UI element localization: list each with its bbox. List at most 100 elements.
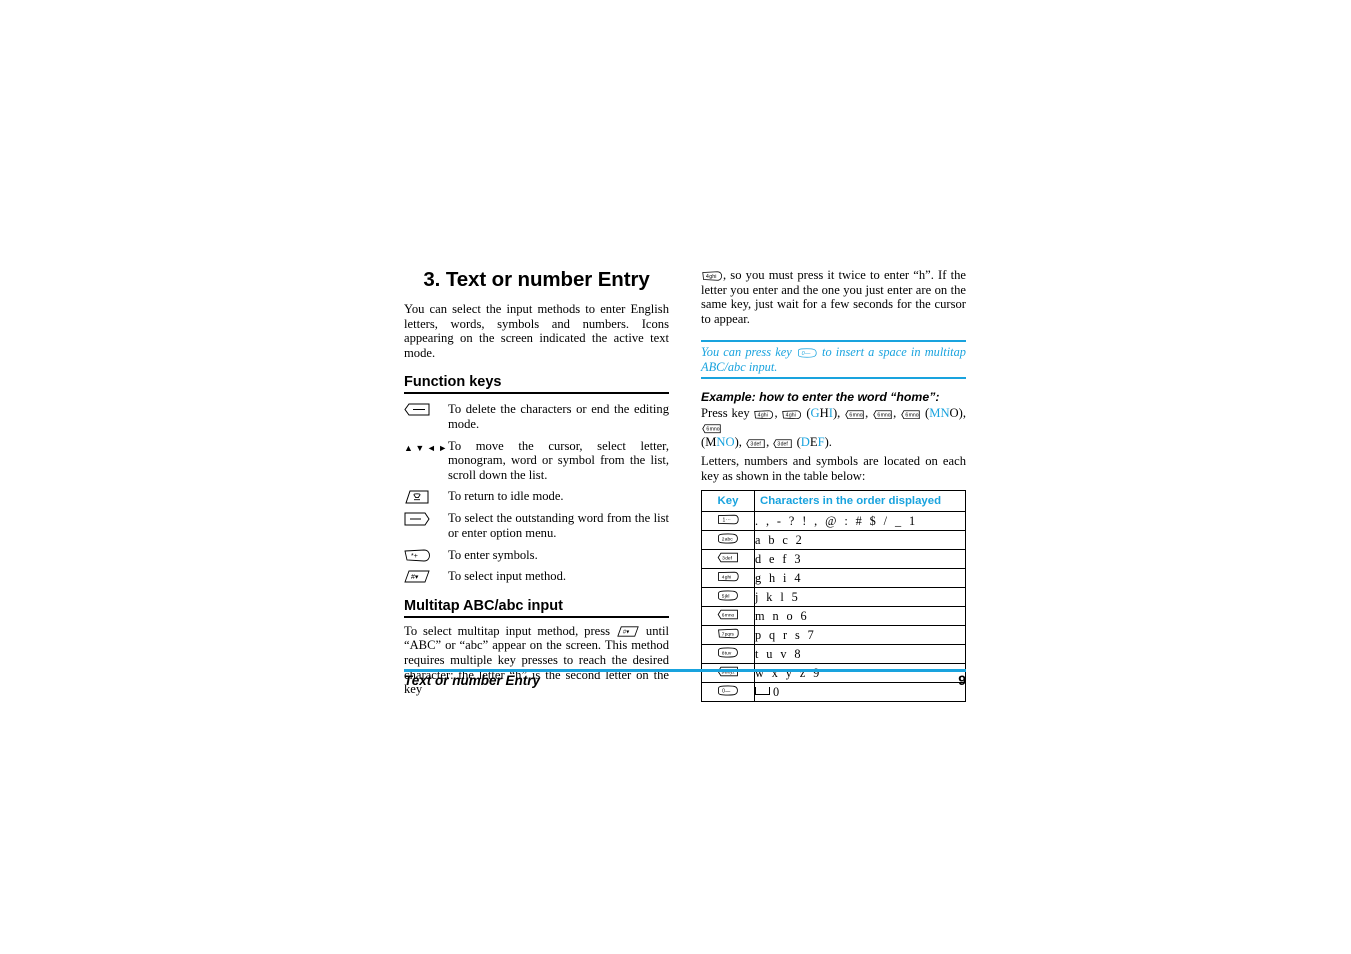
highlight-letter-g: G <box>810 406 820 421</box>
function-key-description: To return to idle mode. <box>448 489 564 504</box>
key-4-icon: 4 ghi <box>754 410 774 420</box>
table-row: 5 jkl j k l 5 <box>701 587 966 608</box>
svg-text:4 ghi: 4 ghi <box>706 274 717 280</box>
function-key-description: To select the outstanding word from the … <box>448 511 669 540</box>
table-cell-characters: j k l 5 <box>754 587 966 608</box>
example-trailing-paragraph: Letters, numbers and symbols are located… <box>701 453 966 483</box>
function-key-description: To enter symbols. <box>448 547 538 562</box>
paren-open-m: (M <box>701 435 717 450</box>
table-header-row: Key Characters in the order displayed <box>701 490 966 513</box>
table-cell-characters: d e f 3 <box>754 549 966 570</box>
key-3-icon: 3 def <box>701 549 755 570</box>
key-4-icon: 4 ghi <box>782 410 802 420</box>
sep: , <box>766 435 773 450</box>
svg-text:1 ⋯: 1 ⋯ <box>723 518 731 524</box>
hash-key-icon: #▾ <box>404 569 448 583</box>
svg-text:3 def: 3 def <box>722 556 733 562</box>
svg-text:4 ghi: 4 ghi <box>758 412 768 418</box>
table-cell-characters: a b c 2 <box>754 530 966 551</box>
tip-note-box: You can press key 0 ― to insert a space … <box>701 340 966 380</box>
svg-text:6 mno: 6 mno <box>706 427 719 433</box>
right-column: 4 ghi, so you must press it twice to ent… <box>701 268 966 703</box>
example-block: Example: how to enter the word “home”: P… <box>701 390 966 483</box>
key-6-icon: 6 mno <box>702 424 721 434</box>
hangup-key-icon <box>404 489 448 504</box>
table-row: 4 ghi g h i 4 <box>701 568 966 589</box>
svg-text:#▾: #▾ <box>411 574 419 581</box>
key-8-icon: 8 tuv <box>701 644 755 665</box>
svg-text:6 mno: 6 mno <box>850 412 863 418</box>
svg-text:#▾: #▾ <box>623 629 629 635</box>
example-heading: Example: how to enter the word “home”: <box>701 390 940 405</box>
svg-text:6 mno: 6 mno <box>906 412 919 418</box>
left-column: 3. Text or number Entry You can select t… <box>404 268 669 697</box>
table-cell-characters: g h i 4 <box>754 568 966 589</box>
continued-paragraph: 4 ghi, so you must press it twice to ent… <box>701 268 966 326</box>
key-6-icon: 6 mno <box>845 410 864 420</box>
navigation-arrows-icon: ▲▼◄► <box>404 442 450 453</box>
function-key-row: To delete the characters or end the edit… <box>404 402 669 431</box>
svg-text:3 def: 3 def <box>750 441 761 447</box>
svg-text:7 pqrs: 7 pqrs <box>722 632 735 637</box>
page-footer: Text or number Entry 9 <box>404 672 966 688</box>
hash-key-icon: #▾ <box>617 626 639 637</box>
key-6-icon: 6 mno <box>901 410 920 420</box>
function-key-row: #▾ To select input method. <box>404 569 669 584</box>
ghi-group: (GHI), <box>806 406 844 420</box>
key-6-icon: 6 mno <box>873 410 892 420</box>
page-content: 3. Text or number Entry You can select t… <box>404 268 966 703</box>
tip-note-text: You can press key 0 ― to insert a space … <box>701 345 966 374</box>
key-4-icon: 4 ghi <box>701 568 755 589</box>
svg-text:8 tuv: 8 tuv <box>722 651 732 657</box>
def-group: (DEF). <box>797 435 832 449</box>
svg-text:4 ghi: 4 ghi <box>722 575 732 581</box>
intro-paragraph: You can select the input methods to ente… <box>404 302 669 360</box>
key-7-icon: 7 pqrs <box>701 625 755 646</box>
mno-group-2: (MNO), <box>701 435 745 449</box>
multitap-text-part1: To select multitap input method, press <box>404 623 616 638</box>
function-keys-list: To delete the characters or end the edit… <box>404 402 669 583</box>
softkey-icon <box>404 511 448 526</box>
example-sequence-paragraph: Press key 4 ghi, 4 ghi (GHI), 6 mno, 6 m… <box>701 406 966 450</box>
function-key-row: To select the outstanding word from the … <box>404 511 669 540</box>
mno-group-1: (MNO), <box>925 406 966 420</box>
function-key-description: To select input method. <box>448 569 567 584</box>
table-cell-characters: p q r s 7 <box>754 625 966 646</box>
column-header-characters: Characters in the order displayed <box>754 490 966 513</box>
letter-o: O <box>949 406 959 421</box>
svg-text:4 ghi: 4 ghi <box>786 412 796 418</box>
table-row: 1 ⋯ . , - ? ! , @ : # $ / _ 1 <box>701 511 966 532</box>
table-row: 6 mno m n o 6 <box>701 606 966 627</box>
function-keys-heading: Function keys <box>404 374 669 395</box>
press-key-label: Press key <box>701 406 754 421</box>
function-key-row: ▲▼◄► To move the cursor, select letter, … <box>404 439 669 483</box>
function-key-description: To move the cursor, select letter, monog… <box>448 438 669 482</box>
two-column-layout: 3. Text or number Entry You can select t… <box>404 268 966 703</box>
svg-text:6 mno: 6 mno <box>878 412 891 418</box>
function-key-description: To delete the characters or end the edit… <box>448 402 669 431</box>
table-cell-characters: t u v 8 <box>754 644 966 665</box>
highlight-letter-d: D <box>800 435 810 450</box>
key-5-icon: 5 jkl <box>701 587 755 608</box>
paren-close: ), <box>832 406 845 421</box>
key-0-icon: 0 ― <box>797 348 817 358</box>
key-1-icon: 1 ⋯ <box>701 511 755 532</box>
sep: , <box>893 406 901 421</box>
clear-key-icon <box>404 402 448 416</box>
table-row: 3 def d e f 3 <box>701 549 966 570</box>
key-2-icon: 2 abc <box>701 530 755 551</box>
function-key-row: *+ To enter symbols. <box>404 548 669 563</box>
svg-text:3 def: 3 def <box>778 441 789 447</box>
svg-text:6 mno: 6 mno <box>722 613 735 619</box>
table-row: 2 abc a b c 2 <box>701 530 966 551</box>
sep: , <box>774 406 782 421</box>
key-3-icon: 3 def <box>773 439 793 449</box>
key-6-icon: 6 mno <box>701 606 755 627</box>
svg-text:0 ―: 0 ― <box>801 351 810 357</box>
function-key-row: To return to idle mode. <box>404 489 669 504</box>
svg-text:*+: *+ <box>411 553 418 560</box>
highlight-letter-n: N <box>940 406 950 421</box>
paren-close: ), <box>734 435 746 450</box>
table-row: 8 tuv t u v 8 <box>701 644 966 665</box>
table-cell-characters: m n o 6 <box>754 606 966 627</box>
